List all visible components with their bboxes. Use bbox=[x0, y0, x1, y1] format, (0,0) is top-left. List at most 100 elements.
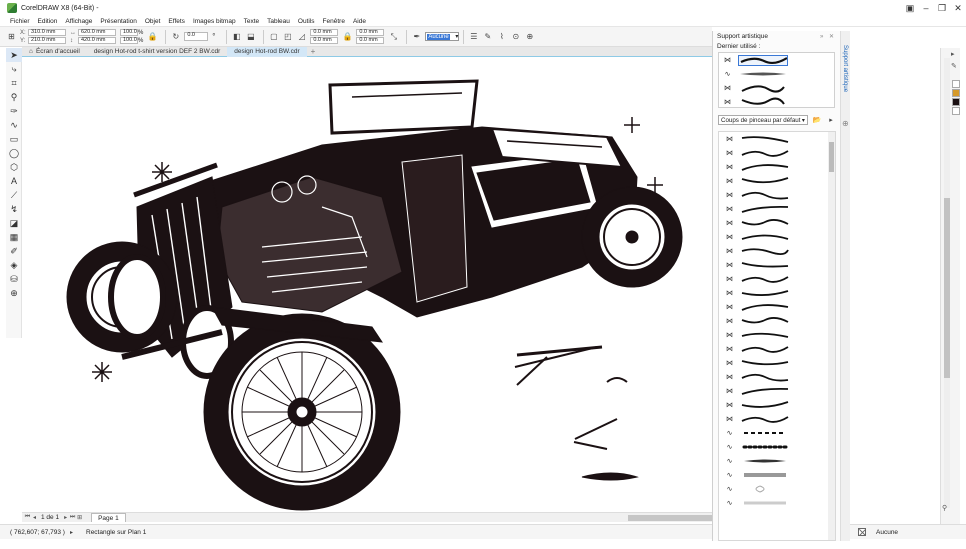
object-origin-icon[interactable]: ⊞ bbox=[6, 31, 17, 42]
zoom-tool-icon[interactable]: ⚲ bbox=[6, 90, 22, 104]
stroke-item[interactable]: ⋈ bbox=[719, 398, 835, 412]
menu-outils[interactable]: Outils bbox=[298, 18, 315, 25]
shape-tool-icon[interactable]: ⤷ bbox=[6, 62, 22, 76]
stroke-item[interactable]: ⋈ bbox=[719, 132, 835, 146]
tab-document-tshirt[interactable]: design Hot-rod t-shirt version DEF 2 BW.… bbox=[87, 47, 227, 57]
recent-stroke-item[interactable]: ⋈ bbox=[719, 53, 834, 67]
stroke-item[interactable]: ∿ bbox=[719, 496, 835, 510]
menu-aide[interactable]: Aide bbox=[353, 18, 366, 25]
stroke-item[interactable]: ⋈ bbox=[719, 160, 835, 174]
menu-arrow-icon[interactable]: ▸ bbox=[826, 115, 836, 125]
recent-stroke-item[interactable]: ⋈ bbox=[719, 81, 834, 95]
stroke-item[interactable]: ⋈ bbox=[719, 202, 835, 216]
docker-controls[interactable]: » ✕ bbox=[820, 33, 836, 40]
corner-radius-1[interactable]: 0.0 mm bbox=[310, 29, 339, 36]
lock-ratio-icon[interactable]: 🔒 bbox=[147, 31, 158, 42]
stroke-item[interactable]: ⋈ bbox=[719, 174, 835, 188]
swatch-white[interactable] bbox=[952, 107, 960, 115]
pen-icon[interactable]: ✎ bbox=[951, 62, 957, 70]
menu-affichage[interactable]: Affichage bbox=[65, 18, 92, 25]
restore-docker-icon[interactable]: ▣ bbox=[902, 0, 918, 16]
stroke-item[interactable]: ∿ bbox=[719, 468, 835, 482]
outline-width-select[interactable]: Aucune ▾ bbox=[425, 32, 460, 41]
scale-height-field[interactable]: 100.0 bbox=[120, 37, 138, 44]
palette-expand-icon[interactable]: ▸ bbox=[951, 50, 955, 58]
corner-radius-4[interactable]: 0.0 mm bbox=[356, 37, 385, 44]
page-tab-1[interactable]: Page 1 bbox=[91, 513, 126, 522]
stroke-item[interactable]: ⋈ bbox=[719, 146, 835, 160]
stroke-item[interactable]: ⋈ bbox=[719, 230, 835, 244]
horizontal-scrollbar-thumb[interactable] bbox=[628, 515, 712, 521]
tab-welcome-screen[interactable]: ⌂ Écran d'accueil bbox=[22, 47, 87, 57]
maximize-button[interactable]: ❐ bbox=[934, 0, 950, 16]
swatch-black[interactable] bbox=[952, 98, 960, 106]
first-page-icon[interactable]: ⏮ bbox=[24, 514, 31, 521]
ellipse-tool-icon[interactable]: ◯ bbox=[6, 146, 22, 160]
vertical-scrollbar[interactable] bbox=[944, 58, 950, 508]
stroke-item[interactable]: ⋈ bbox=[719, 314, 835, 328]
rectangle-tool-icon[interactable]: ▭ bbox=[6, 132, 22, 146]
stroke-item[interactable]: ⋈ bbox=[719, 300, 835, 314]
rotation-field[interactable]: 0.0 bbox=[184, 32, 209, 41]
dimension-tool-icon[interactable]: ⟋ bbox=[6, 188, 22, 202]
recent-stroke-item[interactable]: ∿ bbox=[719, 67, 834, 81]
tab-document-hot-rod[interactable]: design Hot-rod BW.cdr bbox=[227, 46, 307, 57]
zoom-fit-icon[interactable]: ⚲ bbox=[942, 504, 947, 512]
minimize-button[interactable]: – bbox=[918, 0, 934, 16]
recent-stroke-item[interactable]: ⋈ bbox=[719, 95, 834, 109]
drop-shadow-tool-icon[interactable]: ◪ bbox=[6, 216, 22, 230]
next-page-icon[interactable]: ▸ bbox=[62, 514, 69, 521]
menu-texte[interactable]: Texte bbox=[244, 18, 260, 25]
stroke-item[interactable]: ∿ bbox=[719, 482, 835, 496]
brush-category-select[interactable]: Coups de pinceau par défaut ▾ bbox=[718, 115, 808, 125]
stroke-item[interactable]: ⋈ bbox=[719, 384, 835, 398]
stroke-item[interactable]: ⋈ bbox=[719, 370, 835, 384]
chamfer-corner-icon[interactable]: ◿ bbox=[296, 31, 307, 42]
close-button[interactable]: ✕ bbox=[950, 0, 966, 16]
relative-scale-icon[interactable]: ⤡ bbox=[388, 31, 399, 42]
artistic-media-tool-icon[interactable]: ∿ bbox=[6, 118, 22, 132]
text-wrap-icon[interactable]: ☰ bbox=[468, 31, 479, 42]
menu-edition[interactable]: Edition bbox=[38, 18, 58, 25]
menu-objet[interactable]: Objet bbox=[145, 18, 161, 25]
status-expand-arrow[interactable]: ▸ bbox=[70, 529, 86, 536]
stroke-item[interactable]: ⋈ bbox=[719, 356, 835, 370]
stroke-item[interactable]: ∿ bbox=[719, 426, 835, 440]
eyedropper-tool-icon[interactable]: ✐ bbox=[6, 244, 22, 258]
text-tool-icon[interactable]: A bbox=[6, 174, 22, 188]
smart-fill-tool-icon[interactable]: ⛁ bbox=[6, 272, 22, 286]
add-docker-icon[interactable]: ⊕ bbox=[842, 119, 849, 128]
mirror-vertical-icon[interactable]: ⬓ bbox=[245, 31, 256, 42]
stroke-item[interactable]: ⋈ bbox=[719, 244, 835, 258]
to-curves-icon[interactable]: ✎ bbox=[482, 31, 493, 42]
menu-fichier[interactable]: Fichier bbox=[10, 18, 30, 25]
convert-outline-icon[interactable]: ⌇ bbox=[496, 31, 507, 42]
stroke-item[interactable]: ⋈ bbox=[719, 328, 835, 342]
last-page-icon[interactable]: ⏭ bbox=[69, 514, 76, 521]
menu-images-bitmap[interactable]: Images bitmap bbox=[193, 18, 236, 25]
menu-presentation[interactable]: Présentation bbox=[100, 18, 137, 25]
scale-width-field[interactable]: 100.0 bbox=[120, 29, 138, 36]
scalloped-corner-icon[interactable]: ◰ bbox=[282, 31, 293, 42]
width-field[interactable]: 620.0 mm bbox=[78, 29, 116, 36]
mirror-horizontal-icon[interactable]: ◧ bbox=[231, 31, 242, 42]
lock-corners-icon[interactable]: 🔒 bbox=[342, 31, 353, 42]
stroke-item[interactable]: ⋈ bbox=[719, 412, 835, 426]
stroke-item[interactable]: ⋈ bbox=[719, 216, 835, 230]
height-field[interactable]: 420.0 mm bbox=[78, 37, 116, 44]
add-tool-icon[interactable]: ⊕ bbox=[6, 286, 22, 300]
stroke-item[interactable]: ⋈ bbox=[719, 258, 835, 272]
browse-folder-icon[interactable]: 📂 bbox=[812, 115, 822, 125]
polygon-tool-icon[interactable]: ⬡ bbox=[6, 160, 22, 174]
stroke-item[interactable]: ∿ bbox=[719, 454, 835, 468]
stroke-item[interactable]: ⋈ bbox=[719, 188, 835, 202]
strokes-scrollbar[interactable] bbox=[828, 132, 835, 540]
menu-tableau[interactable]: Tableau bbox=[267, 18, 290, 25]
transparency-tool-icon[interactable]: ▦ bbox=[6, 230, 22, 244]
crop-tool-icon[interactable]: ⌗ bbox=[6, 76, 22, 90]
strokes-scrollbar-thumb[interactable] bbox=[829, 142, 834, 172]
snap-icon[interactable]: ⊙ bbox=[510, 31, 521, 42]
x-position-field[interactable]: 310.0 mm bbox=[28, 29, 66, 36]
stroke-item[interactable]: ⋈ bbox=[719, 342, 835, 356]
stroke-item[interactable]: ⋈ bbox=[719, 286, 835, 300]
